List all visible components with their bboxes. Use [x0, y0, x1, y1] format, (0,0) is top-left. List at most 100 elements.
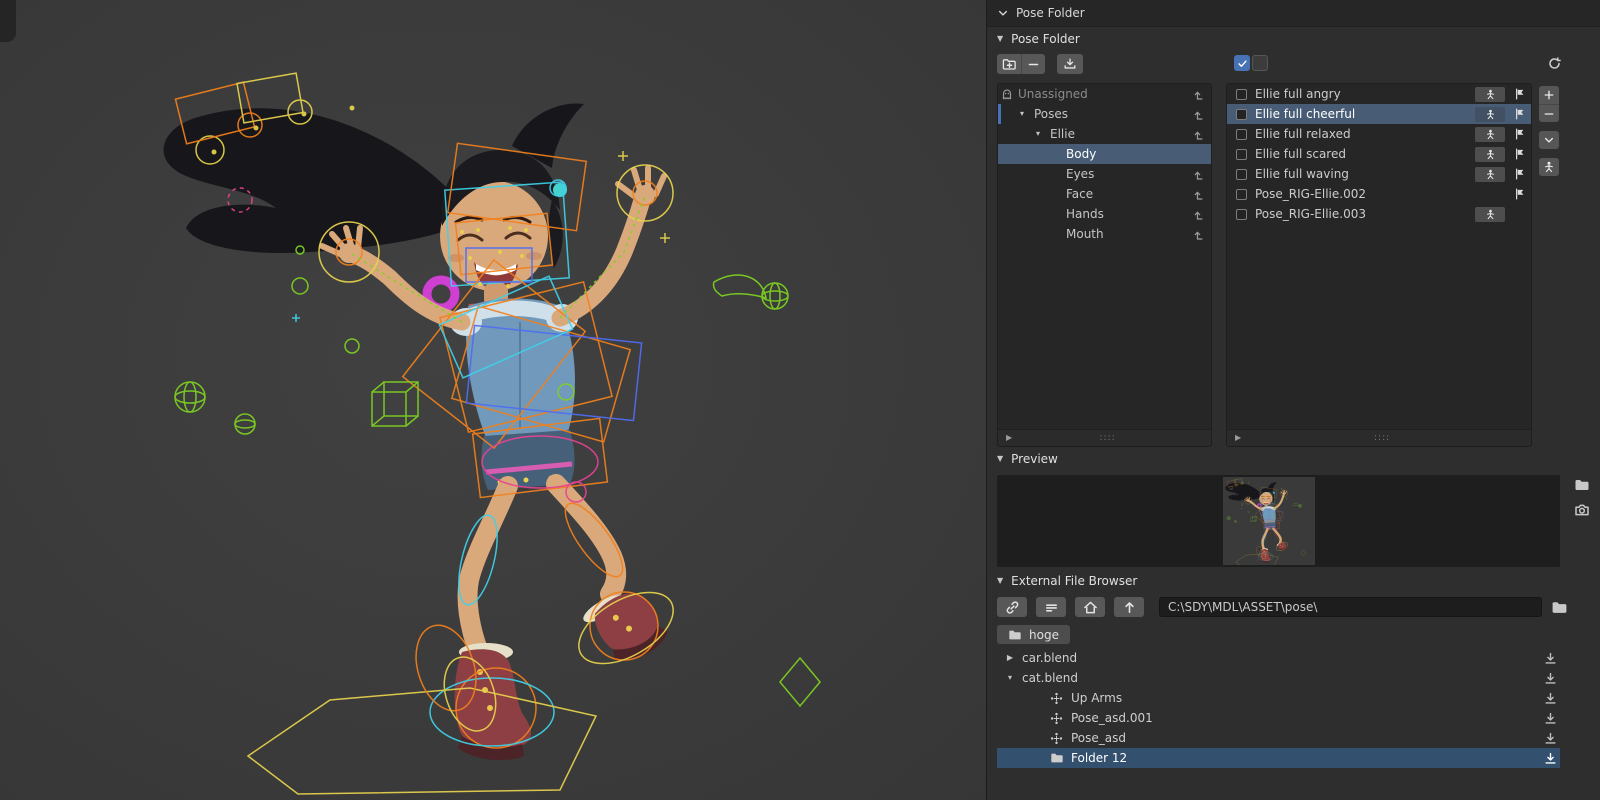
tree-item-face[interactable]: Face — [998, 184, 1211, 204]
pose-folder-sidebar: Pose Folder ▼ Pose Folder Unassigned ▾ P… — [986, 0, 1600, 800]
open-preview-folder-button[interactable] — [1574, 477, 1590, 493]
apply-rig-button[interactable] — [1475, 146, 1505, 162]
resize-grip[interactable]: :::: — [1100, 433, 1116, 443]
3d-viewport[interactable] — [0, 0, 986, 800]
resize-grip[interactable]: :::: — [1374, 433, 1390, 443]
flag-icon[interactable] — [1513, 168, 1526, 180]
pose-checkbox[interactable] — [1236, 108, 1247, 120]
file-browser-panel-header[interactable]: ▼ External File Browser — [987, 569, 1600, 593]
new-folder-button[interactable] — [997, 54, 1021, 74]
expand-icon[interactable]: ▾ — [1020, 110, 1034, 118]
download-button[interactable] — [1544, 712, 1557, 725]
pose-checkbox[interactable] — [1236, 88, 1247, 100]
refresh-button[interactable] — [1547, 56, 1562, 71]
home-directory-button[interactable] — [1075, 597, 1105, 617]
apply-rig-button[interactable] — [1475, 86, 1505, 102]
move-up-icon[interactable] — [1193, 88, 1206, 101]
pose-row-selected[interactable]: Ellie full cheerful — [1227, 104, 1531, 124]
file-browser-panel-title: External File Browser — [1011, 574, 1138, 588]
active-marker — [998, 104, 1001, 124]
flag-icon[interactable] — [1513, 148, 1526, 160]
directory-path-input[interactable] — [1159, 597, 1542, 617]
expand-icon[interactable]: ▶ — [1005, 654, 1015, 662]
move-up-icon[interactable] — [1193, 188, 1206, 201]
flag-icon[interactable] — [1513, 128, 1526, 140]
plus-icon — [1543, 89, 1555, 101]
pose-list-menu-button[interactable] — [1539, 131, 1559, 149]
pose-checkbox[interactable] — [1236, 148, 1247, 160]
pose-row[interactable]: Ellie full waving — [1227, 164, 1531, 184]
armature-icon — [1485, 129, 1496, 140]
pose-checkbox[interactable] — [1236, 188, 1247, 200]
tree-item-hands[interactable]: Hands — [998, 204, 1211, 224]
panel-collapse-icon: ▼ — [997, 34, 1004, 43]
pose-folder-panel-header[interactable]: ▼ Pose Folder — [987, 27, 1600, 51]
capture-preview-button[interactable] — [1574, 502, 1590, 518]
tree-item-mouth[interactable]: Mouth — [998, 224, 1211, 244]
show-checkboxes-toggle[interactable] — [1234, 55, 1250, 71]
move-up-icon[interactable] — [1193, 228, 1206, 241]
file-row-pose-asd[interactable]: Pose_asd — [997, 728, 1560, 748]
preview-panel-header[interactable]: ▼ Preview — [987, 447, 1600, 471]
parent-directory-button[interactable] — [1114, 597, 1144, 617]
move-up-icon[interactable] — [1193, 208, 1206, 221]
download-button[interactable] — [1544, 672, 1557, 685]
add-pose-button[interactable] — [1539, 86, 1559, 104]
file-row-folder-12[interactable]: Folder 12 — [997, 748, 1560, 768]
pose-row[interactable]: Ellie full scared — [1227, 144, 1531, 164]
pose-icon — [1049, 692, 1064, 705]
tree-item-body[interactable]: Body — [998, 144, 1211, 164]
pose-row[interactable]: Ellie full angry — [1227, 84, 1531, 104]
minus-icon — [1543, 108, 1555, 120]
hide-checkboxes-toggle[interactable] — [1252, 55, 1268, 71]
flag-icon[interactable] — [1513, 108, 1526, 120]
pose-checkbox[interactable] — [1236, 168, 1247, 180]
unlink-file-button[interactable] — [1036, 597, 1066, 617]
link-file-button[interactable] — [997, 597, 1027, 617]
tree-item-poses[interactable]: ▾ Poses — [998, 104, 1211, 124]
download-button[interactable] — [1544, 732, 1557, 745]
breadcrumb-hoge-button[interactable]: hoge — [997, 625, 1070, 644]
move-to-folder-button[interactable] — [1057, 54, 1083, 74]
download-button[interactable] — [1544, 652, 1557, 665]
collapse-icon[interactable]: ▾ — [1005, 674, 1015, 682]
flag-icon[interactable] — [1513, 188, 1526, 200]
pose-row[interactable]: Pose_RIG-Ellie.003 — [1227, 204, 1531, 224]
blender-window: Pose Folder ▼ Pose Folder Unassigned ▾ P… — [0, 0, 1600, 800]
file-row-pose-asd-001[interactable]: Pose_asd.001 — [997, 708, 1560, 728]
armature-icon — [1485, 209, 1496, 220]
remove-pose-button[interactable] — [1539, 104, 1559, 122]
download-button[interactable] — [1544, 692, 1557, 705]
tree-item-unassigned[interactable]: Unassigned — [998, 84, 1211, 104]
pose-row[interactable]: Ellie full relaxed — [1227, 124, 1531, 144]
file-row-car-blend[interactable]: ▶ car.blend — [997, 648, 1560, 668]
flag-icon[interactable] — [1513, 88, 1526, 100]
file-row-up-arms[interactable]: Up Arms — [997, 688, 1560, 708]
pose-thumbnail[interactable] — [1223, 477, 1315, 565]
expand-filter-icon[interactable]: ▶ — [1235, 434, 1241, 442]
apply-rig-button[interactable] — [1475, 106, 1505, 122]
pose-list: Ellie full angry Ellie full cheerful Ell… — [1226, 83, 1532, 447]
apply-rig-button[interactable] — [1475, 206, 1505, 222]
file-row-cat-blend[interactable]: ▾ cat.blend — [997, 668, 1560, 688]
remove-folder-button[interactable] — [1021, 54, 1045, 74]
check-icon — [1237, 58, 1248, 69]
armature-icon — [1485, 89, 1496, 100]
move-up-icon[interactable] — [1193, 128, 1206, 141]
expand-icon[interactable]: ▾ — [1036, 130, 1050, 138]
move-up-icon[interactable] — [1193, 168, 1206, 181]
download-button[interactable] — [1544, 752, 1557, 765]
sidebar-region-header[interactable]: Pose Folder — [987, 0, 1600, 27]
expand-filter-icon[interactable]: ▶ — [1006, 434, 1012, 442]
folder-icon — [1008, 628, 1022, 642]
apply-rig-button[interactable] — [1475, 166, 1505, 182]
pose-checkbox[interactable] — [1236, 208, 1247, 220]
pose-row[interactable]: Pose_RIG-Ellie.002 — [1227, 184, 1531, 204]
pose-checkbox[interactable] — [1236, 128, 1247, 140]
apply-rig-button[interactable] — [1475, 126, 1505, 142]
tree-item-ellie[interactable]: ▾ Ellie — [998, 124, 1211, 144]
browse-directory-button[interactable] — [1551, 599, 1568, 616]
move-up-icon[interactable] — [1193, 108, 1206, 121]
tree-item-eyes[interactable]: Eyes — [998, 164, 1211, 184]
armature-filter-button[interactable] — [1539, 158, 1559, 176]
